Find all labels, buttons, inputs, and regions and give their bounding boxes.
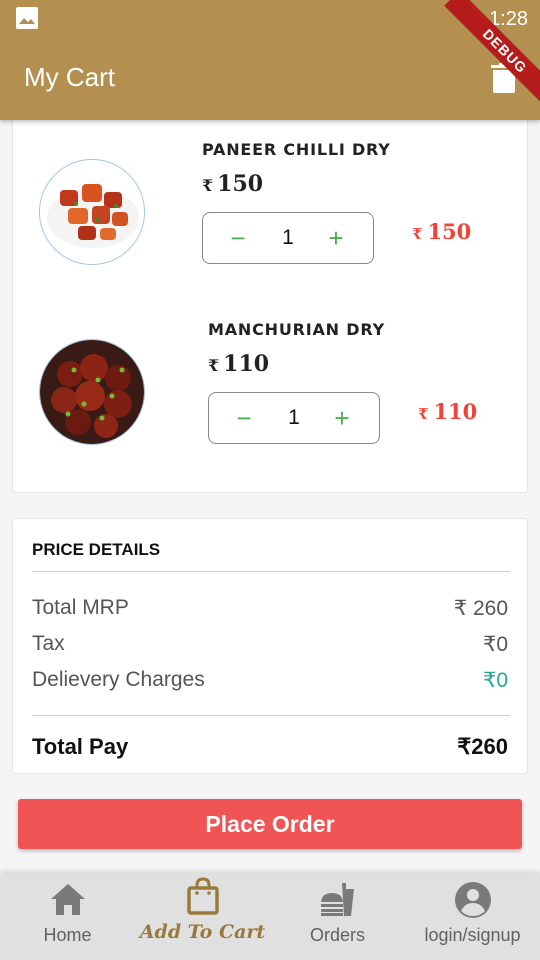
- item-price-value: 150: [217, 171, 264, 197]
- image-notification-icon: [16, 7, 38, 29]
- place-order-button[interactable]: Place Order: [18, 799, 522, 849]
- page-title: My Cart: [24, 62, 115, 92]
- rupee-symbol: ₹: [208, 356, 220, 375]
- item-total-value: 110: [433, 399, 478, 424]
- item-total: ₹150: [412, 219, 471, 244]
- increase-quantity-button[interactable]: +: [319, 221, 353, 255]
- nav-item-orders[interactable]: Orders: [270, 874, 405, 960]
- rupee-symbol: ₹: [412, 225, 423, 243]
- manchurian-dry-image: [39, 339, 145, 445]
- item-price: ₹110: [208, 351, 269, 377]
- quantity-stepper: − 1 +: [202, 212, 374, 264]
- app-bar: 1:28 My Cart DEBUG: [0, 0, 540, 120]
- total-pay-label: Total Pay: [32, 734, 129, 759]
- item-total: ₹110: [418, 399, 477, 424]
- nav-label: Add To Cart: [139, 921, 266, 943]
- cart-item: MANCHURIAN DRY ₹110 − 1 + ₹110: [13, 301, 527, 451]
- cart-item: PANEER CHILLI DRY ₹150 − 1 + ₹150: [13, 121, 527, 271]
- quantity-value: 1: [288, 406, 300, 429]
- tax-label: Tax: [32, 632, 65, 655]
- item-name: MANCHURIAN DRY: [208, 320, 385, 339]
- item-price-value: 110: [223, 351, 270, 377]
- nav-item-login-signup[interactable]: login/signup: [405, 874, 540, 960]
- item-price: ₹150: [202, 171, 263, 197]
- nav-item-add-to-cart[interactable]: Add To Cart: [135, 874, 270, 960]
- fastfood-icon: [320, 883, 354, 916]
- divider: [32, 571, 510, 572]
- nav-label: Orders: [309, 925, 365, 945]
- rupee-symbol: ₹: [202, 176, 214, 195]
- bottom-navigation: Home Add To Cart Orders login/signup: [0, 874, 540, 960]
- nav-label: Home: [43, 925, 92, 945]
- decrease-quantity-button[interactable]: −: [221, 221, 255, 255]
- paneer-chilli-dry-image: [39, 159, 145, 265]
- quantity-stepper: − 1 +: [208, 392, 380, 444]
- tax-value: ₹0: [482, 633, 508, 656]
- total-mrp-label: Total MRP: [32, 596, 129, 619]
- quantity-value: 1: [282, 226, 294, 249]
- delivery-charges-value: ₹0: [482, 669, 508, 692]
- delivery-charges-label: Delievery Charges: [32, 668, 205, 691]
- item-total-value: 150: [427, 219, 472, 244]
- cart-items-card: PANEER CHILLI DRY ₹150 − 1 + ₹150 MANCHU…: [12, 100, 528, 493]
- home-icon: [50, 884, 85, 915]
- price-details-heading: PRICE DETAILS: [32, 540, 161, 559]
- increase-quantity-button[interactable]: +: [325, 401, 359, 435]
- divider: [32, 715, 510, 716]
- decrease-quantity-button[interactable]: −: [227, 401, 261, 435]
- total-mrp-value: ₹ 260: [453, 597, 508, 620]
- account-circle-icon: [454, 882, 491, 918]
- total-pay-value: ₹260: [457, 734, 508, 759]
- nav-item-home[interactable]: Home: [0, 874, 135, 960]
- price-details-card: PRICE DETAILS Total MRP ₹ 260 Tax ₹0 Del…: [12, 518, 528, 774]
- nav-label: login/signup: [424, 925, 521, 945]
- item-name: PANEER CHILLI DRY: [202, 140, 391, 159]
- rupee-symbol: ₹: [418, 405, 429, 423]
- shopping-bag-icon: [186, 877, 219, 915]
